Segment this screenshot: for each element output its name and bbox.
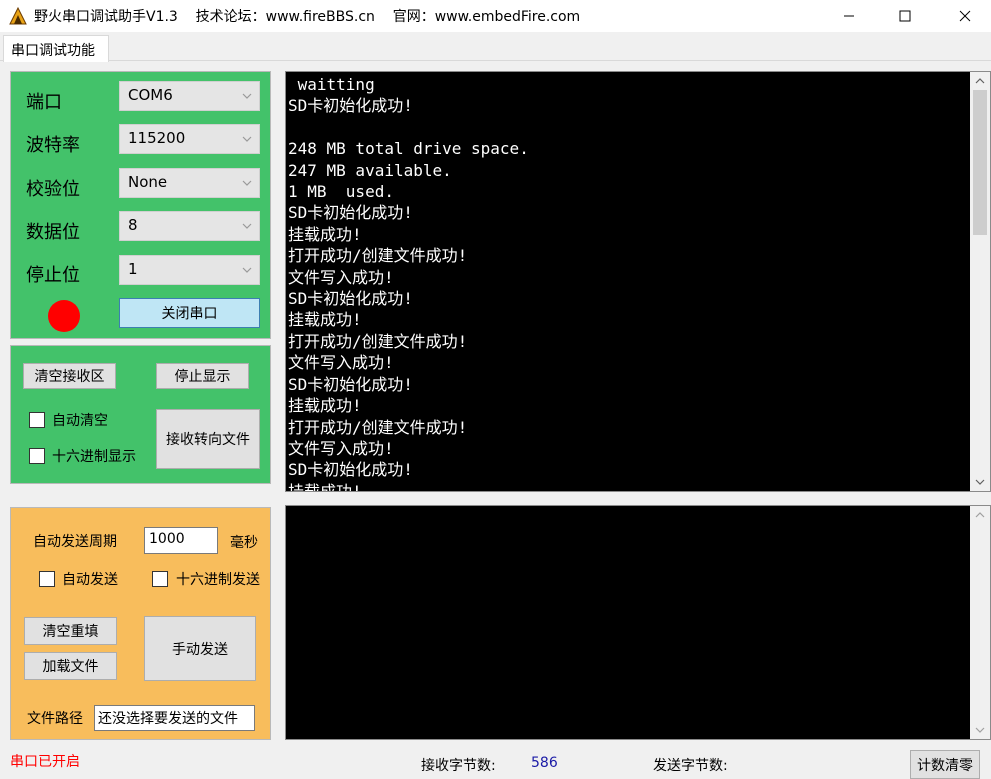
chevron-down-icon — [242, 267, 252, 273]
load-file-button[interactable]: 加载文件 — [24, 652, 117, 680]
scroll-down-button[interactable] — [970, 473, 990, 491]
clear-refill-button[interactable]: 清空重填 — [24, 617, 117, 645]
send-text — [288, 508, 964, 739]
baud-select[interactable]: 115200 — [119, 124, 260, 154]
app-icon — [8, 6, 28, 26]
auto-send-checkbox[interactable] — [39, 571, 55, 587]
receive-display[interactable]: waitting SD卡初始化成功! 248 MB total drive sp… — [285, 71, 991, 492]
hex-send-checkbox[interactable] — [152, 571, 168, 587]
chevron-down-icon — [242, 136, 252, 142]
port-label: 端口 — [26, 92, 62, 113]
receive-to-file-button[interactable]: 接收转向文件 — [156, 409, 260, 469]
hex-send-label: 十六进制发送 — [176, 572, 260, 588]
chevron-up-icon — [975, 512, 985, 518]
send-controls-panel: 自动发送周期 1000 毫秒 自动发送 十六进制发送 清空重填 加载文件 手动发… — [10, 507, 271, 740]
scroll-up-button[interactable] — [970, 506, 990, 524]
port-select[interactable]: COM6 — [119, 81, 260, 111]
databits-select[interactable]: 8 — [119, 211, 260, 241]
reset-count-button[interactable]: 计数清零 — [910, 750, 980, 779]
parity-value: None — [128, 173, 168, 191]
period-label: 自动发送周期 — [33, 534, 117, 550]
chevron-up-icon — [975, 78, 985, 84]
send-bytes-label: 发送字节数: — [653, 758, 728, 774]
tab-serial-debug[interactable]: 串口调试功能 — [3, 35, 109, 62]
file-path-label: 文件路径 — [27, 711, 83, 727]
tab-strip: 串口调试功能 — [0, 32, 991, 62]
port-value: COM6 — [128, 86, 173, 104]
chevron-down-icon — [242, 93, 252, 99]
title-bar: 野火串口调试助手V1.3 技术论坛：www.fireBBS.cn 官网：www.… — [0, 0, 991, 32]
scroll-thumb[interactable] — [973, 90, 987, 235]
close-button[interactable] — [942, 0, 988, 32]
recv-bytes-label: 接收字节数: — [421, 758, 496, 774]
minimize-icon — [844, 15, 854, 17]
period-unit-label: 毫秒 — [230, 535, 258, 551]
maximize-button[interactable] — [882, 0, 928, 32]
maximize-icon — [899, 10, 911, 22]
receive-controls-panel: 清空接收区 停止显示 自动清空 十六进制显示 接收转向文件 — [10, 345, 271, 484]
send-input-area[interactable] — [285, 505, 991, 740]
minimize-button[interactable] — [826, 0, 872, 32]
stopbits-label: 停止位 — [26, 265, 80, 286]
send-scrollbar[interactable] — [970, 506, 990, 739]
parity-label: 校验位 — [26, 179, 80, 200]
chevron-down-icon — [975, 727, 985, 733]
stop-display-button[interactable]: 停止显示 — [156, 363, 249, 389]
parity-select[interactable]: None — [119, 168, 260, 198]
auto-send-label: 自动发送 — [62, 572, 118, 588]
scroll-down-button[interactable] — [970, 721, 990, 739]
receive-text: waitting SD卡初始化成功! 248 MB total drive sp… — [288, 75, 529, 491]
recv-bytes-value: 586 — [531, 755, 558, 771]
serial-settings-panel: 端口 COM6 波特率 115200 校验位 None 数据位 8 停止位 1 … — [10, 71, 271, 339]
clear-receive-button[interactable]: 清空接收区 — [23, 363, 116, 389]
window-title: 野火串口调试助手V1.3 技术论坛：www.fireBBS.cn 官网：www.… — [34, 9, 581, 25]
manual-send-button[interactable]: 手动发送 — [144, 616, 256, 681]
file-path-field[interactable]: 还没选择要发送的文件 — [94, 705, 255, 731]
hex-display-label: 十六进制显示 — [52, 449, 136, 465]
chevron-down-icon — [975, 479, 985, 485]
stopbits-select[interactable]: 1 — [119, 255, 260, 285]
chevron-down-icon — [242, 180, 252, 186]
close-port-button[interactable]: 关闭串口 — [119, 298, 260, 328]
hex-display-checkbox[interactable] — [29, 448, 45, 464]
baud-label: 波特率 — [26, 135, 80, 156]
auto-clear-label: 自动清空 — [52, 413, 108, 429]
chevron-down-icon — [242, 223, 252, 229]
receive-scrollbar[interactable] — [970, 72, 990, 491]
databits-label: 数据位 — [26, 222, 80, 243]
stopbits-value: 1 — [128, 260, 138, 278]
port-status-text: 串口已开启 — [10, 754, 80, 770]
databits-value: 8 — [128, 216, 138, 234]
auto-clear-checkbox[interactable] — [29, 412, 45, 428]
baud-value: 115200 — [128, 129, 186, 147]
scroll-up-button[interactable] — [970, 72, 990, 90]
port-status-indicator — [48, 300, 80, 332]
close-icon — [959, 10, 971, 22]
period-input[interactable]: 1000 — [144, 527, 218, 554]
